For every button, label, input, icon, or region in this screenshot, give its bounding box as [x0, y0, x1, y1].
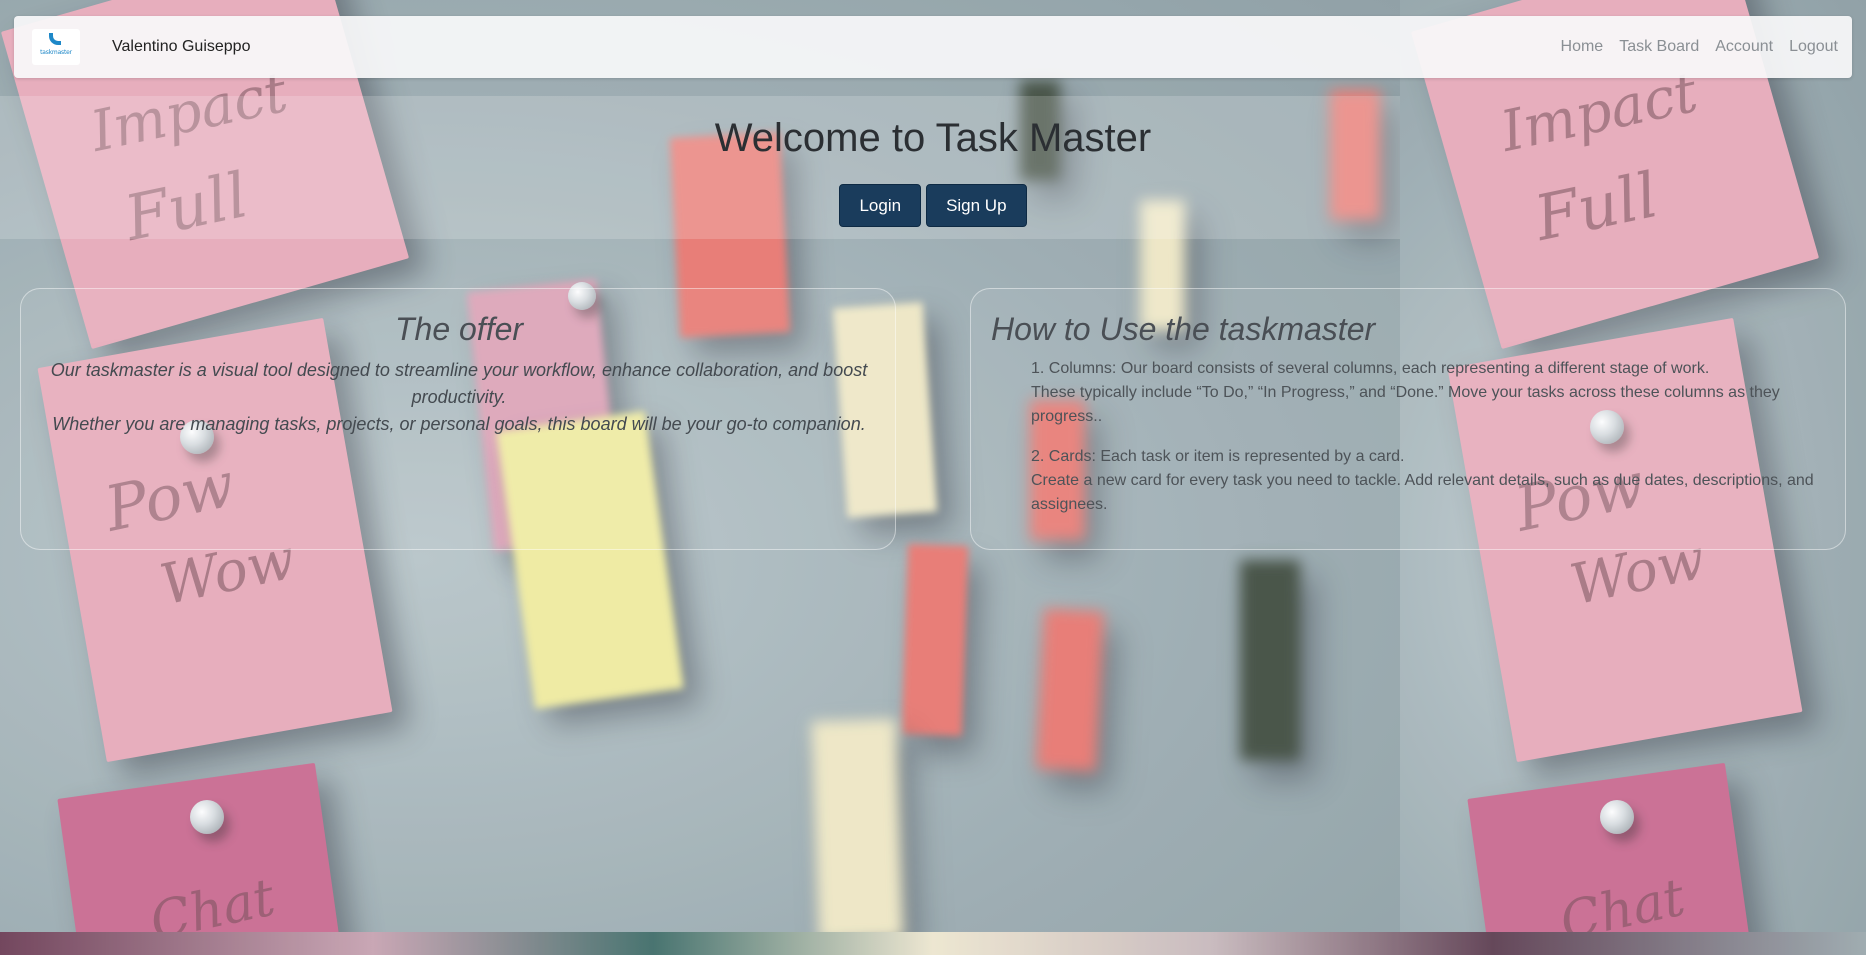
- page-title: Welcome to Task Master: [714, 116, 1152, 160]
- howto-item-heading: 2. Cards: Each task or item is represent…: [1031, 448, 1405, 465]
- howto-title: How to Use the taskmaster: [991, 311, 1376, 347]
- offer-title: The offer: [394, 311, 524, 347]
- logo-check-icon: [49, 33, 61, 45]
- howto-item-heading: 1. Columns: Our board consists of severa…: [1031, 360, 1710, 377]
- signup-button[interactable]: Sign Up: [926, 184, 1027, 227]
- offer-line: Whether you are managing tasks, projects…: [52, 414, 866, 434]
- navbar: taskmaster Valentino Guiseppo Home Task …: [14, 16, 1852, 78]
- offer-card: The offer Our taskmaster is a visual too…: [20, 288, 896, 550]
- login-button[interactable]: Login: [839, 184, 922, 227]
- howto-card: How to Use the taskmaster 1. Columns: Ou…: [970, 288, 1846, 550]
- howto-list: 1. Columns: Our board consists of severa…: [1031, 357, 1821, 533]
- hero-buttons: Login Sign Up: [0, 184, 1866, 227]
- offer-description: Our taskmaster is a visual tool designed…: [41, 357, 877, 438]
- user-name: Valentino Guiseppo: [112, 38, 251, 55]
- logo-wordmark: taskmaster: [40, 49, 72, 56]
- offer-line: Our taskmaster is a visual tool designed…: [50, 360, 868, 407]
- howto-item-columns: 1. Columns: Our board consists of severa…: [1031, 357, 1821, 429]
- nav-home-link[interactable]: Home: [1561, 38, 1604, 56]
- brand-logo[interactable]: taskmaster: [32, 29, 80, 65]
- nav-links: Home Task Board Account Logout: [1561, 38, 1838, 56]
- howto-item-body: These typically include “To Do,” “In Pro…: [1031, 384, 1780, 425]
- nav-account-link[interactable]: Account: [1715, 38, 1773, 56]
- howto-item-body: Create a new card for every task you nee…: [1031, 472, 1814, 513]
- nav-task-board-link[interactable]: Task Board: [1619, 38, 1699, 56]
- howto-item-cards: 2. Cards: Each task or item is represent…: [1031, 445, 1821, 517]
- nav-logout-link[interactable]: Logout: [1789, 38, 1838, 56]
